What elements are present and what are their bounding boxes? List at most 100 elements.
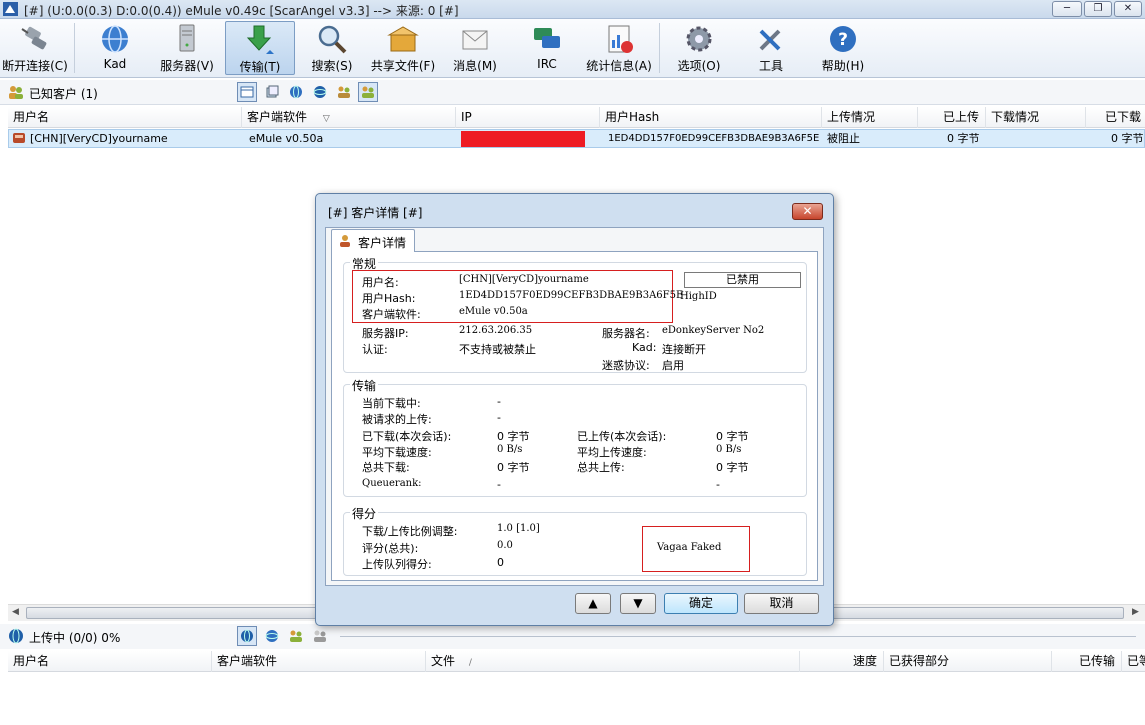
cur-download-label: 当前下载中: xyxy=(362,397,421,410)
tools-button[interactable]: 工具 xyxy=(744,21,798,75)
col-uploaded[interactable]: 已上传 xyxy=(918,107,986,128)
total-ul-label: 总共上传: xyxy=(577,461,625,474)
username-value: [CHN][VeryCD]yourname xyxy=(459,274,589,285)
ratio-value: 1.0 [1.0] xyxy=(497,523,540,534)
ul-session-label: 已上传(本次会话): xyxy=(577,430,667,443)
requested-upload-value: - xyxy=(497,411,501,424)
col-ip[interactable]: IP xyxy=(456,107,600,128)
col-upload-speed[interactable]: 速度 xyxy=(800,651,884,672)
divider xyxy=(340,636,1136,637)
dialog-close-button[interactable]: ✕ xyxy=(792,203,823,220)
view-upload-known-icon[interactable] xyxy=(310,626,330,646)
transfer-button[interactable]: 传输(T) xyxy=(225,21,295,75)
col-download-status[interactable]: 下载情况 xyxy=(986,107,1086,128)
client-mule-icon xyxy=(13,133,25,143)
avg-ul-label: 平均上传速度: xyxy=(577,446,647,459)
close-button[interactable]: ✕ xyxy=(1114,1,1142,17)
col-user-hash[interactable]: 用户Hash xyxy=(600,107,822,128)
irc-button[interactable]: IRC xyxy=(520,21,574,75)
dl-session-label: 已下载(本次会话): xyxy=(362,430,452,443)
view-files-icon[interactable] xyxy=(262,82,282,102)
faked-note: Vagaa Faked xyxy=(657,542,722,553)
username-label: 用户名: xyxy=(362,276,399,289)
scroll-left-icon[interactable]: ◀ xyxy=(12,607,19,617)
col-downloaded[interactable]: 已下载 xyxy=(1086,107,1145,128)
view-uploads-icon[interactable] xyxy=(286,82,306,102)
dl-session-value: 0 字节 xyxy=(497,430,530,443)
requested-upload-label: 被请求的上传: xyxy=(362,413,432,426)
col-upload-status[interactable]: 上传情况 xyxy=(822,107,918,128)
restore-button[interactable]: ❐ xyxy=(1084,1,1112,17)
ok-button[interactable]: 确定 xyxy=(664,593,738,614)
view-uploading-icon[interactable] xyxy=(237,626,257,646)
row-hash: 1ED4DD157F0ED99CEFB3DBAE9B3A6F5E xyxy=(608,133,820,144)
queue-score-value: 0 xyxy=(497,556,504,569)
cancel-button[interactable]: 取消 xyxy=(744,593,819,614)
search-button[interactable]: 搜索(S) xyxy=(304,21,360,75)
col-username[interactable]: 用户名 xyxy=(8,107,242,128)
disconnect-button[interactable]: 断开连接(C) xyxy=(0,21,70,75)
score-group-title: 得分 xyxy=(350,505,379,522)
auth-label: 认证: xyxy=(362,343,388,356)
view-clients-icon[interactable] xyxy=(334,82,354,102)
hash-label: 用户Hash: xyxy=(362,292,416,305)
kad-label: Kad: xyxy=(632,341,657,354)
title-bar: [#] (U:0.0(0.3) D:0.0(0.4)) eMule v0.49c… xyxy=(0,0,1145,19)
help-button[interactable]: ? 帮助(H) xyxy=(812,21,874,75)
disabled-status-field: 已禁用 xyxy=(684,272,801,288)
upload-globe-icon xyxy=(9,628,23,644)
tab-client-details[interactable]: 客户详情 xyxy=(331,229,415,252)
queuerank-label: Queuerank: xyxy=(362,478,422,489)
irc-chat-icon xyxy=(534,28,560,48)
score-group: 得分 下载/上传比例调整: 1.0 [1.0] 评分(总共): 0.0 上传队列… xyxy=(343,505,807,576)
total-dl-label: 总共下载: xyxy=(362,461,410,474)
obfuscation-value: 启用 xyxy=(662,359,684,372)
server-name-value: eDonkeyServer No2 xyxy=(662,325,765,336)
col-upload-file[interactable]: 文件 / xyxy=(426,651,800,672)
dialog-title: [#] 客户详情 [#] xyxy=(328,206,423,220)
sort-indicator-icon: / xyxy=(468,658,472,668)
minimize-button[interactable]: ─ xyxy=(1052,1,1082,17)
messages-button[interactable]: 消息(M) xyxy=(447,21,503,75)
client-value: eMule v0.50a xyxy=(459,306,528,317)
queuerank-right-value: - xyxy=(716,478,720,491)
col-upload-waited[interactable]: 已等 xyxy=(1122,651,1145,672)
col-upload-client[interactable]: 客户端软件 xyxy=(212,651,426,672)
servers-button[interactable]: 服务器(V) xyxy=(156,21,218,75)
view-upload-clients-icon[interactable] xyxy=(286,626,306,646)
shared-files-button[interactable]: 共享文件(F) xyxy=(368,21,438,75)
server-ip-label: 服务器IP: xyxy=(362,327,409,340)
options-button[interactable]: 选项(O) xyxy=(670,21,728,75)
statistics-button[interactable]: 统计信息(A) xyxy=(584,21,654,75)
ratio-label: 下载/上传比例调整: xyxy=(362,525,458,538)
view-downloads-icon[interactable] xyxy=(237,82,257,102)
table-row[interactable]: [CHN][VeryCD]yourname eMule v0.50a 1ED4D… xyxy=(8,129,1145,148)
client-user-icon xyxy=(340,235,350,247)
window-title: [#] (U:0.0(0.3) D:0.0(0.4)) eMule v0.49c… xyxy=(24,4,459,18)
transfer-group: 传输 当前下载中: - 被请求的上传: - 已下载(本次会话): 0 字节 已上… xyxy=(343,377,807,497)
kad-button[interactable]: Kad xyxy=(86,21,144,75)
auth-value: 不支持或被禁止 xyxy=(459,343,536,356)
view-queue-icon[interactable] xyxy=(310,82,330,102)
col-upload-parts[interactable]: 已获得部分 xyxy=(884,651,1052,672)
client-details-dialog: [#] 客户详情 [#] ✕ 客户详情 常规 用户名: [CHN][VeryCD… xyxy=(315,193,834,626)
view-waiting-icon[interactable] xyxy=(262,626,282,646)
row-username: [CHN][VeryCD]yourname xyxy=(30,132,168,145)
toolbar-separator xyxy=(659,23,660,73)
kad-globe-icon xyxy=(102,25,128,53)
next-client-button[interactable]: ▼ xyxy=(620,593,656,614)
server-name-label: 服务器名: xyxy=(602,327,650,340)
col-upload-username[interactable]: 用户名 xyxy=(8,651,212,672)
queuerank-value: - xyxy=(497,478,501,491)
col-upload-transferred[interactable]: 已传输 xyxy=(1052,651,1122,672)
col-client[interactable]: 客户端软件 ▽ xyxy=(242,107,456,128)
emule-app-icon xyxy=(3,2,18,16)
avg-dl-label: 平均下载速度: xyxy=(362,446,432,459)
previous-client-button[interactable]: ▲ xyxy=(575,593,611,614)
disconnect-plug-icon xyxy=(21,26,47,50)
hash-value: 1ED4DD157F0ED99CEFB3DBAE9B3A6F5E xyxy=(459,290,684,301)
ul-session-value: 0 字节 xyxy=(716,430,749,443)
transfer-arrows-icon xyxy=(246,25,274,54)
scroll-right-icon[interactable]: ▶ xyxy=(1132,607,1139,617)
view-known-clients-icon[interactable] xyxy=(358,82,378,102)
